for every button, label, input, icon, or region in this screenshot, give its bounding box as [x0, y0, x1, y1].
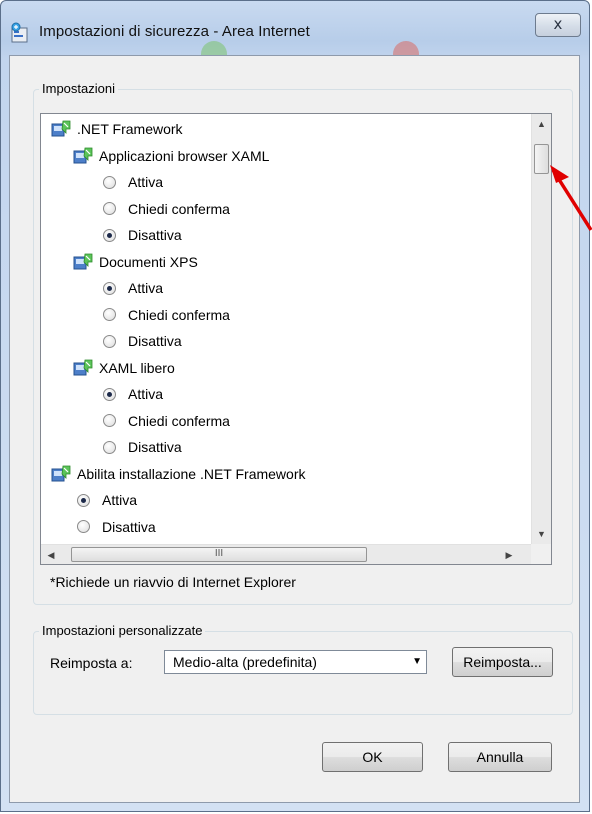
- security-settings-icon: [10, 22, 30, 44]
- title-bar[interactable]: Impostazioni di sicurezza - Area Interne…: [1, 1, 589, 45]
- reset-level-value: Medio-alta (predefinita): [173, 654, 317, 670]
- vertical-scrollbar[interactable]: ▲ ▼: [531, 114, 551, 544]
- close-button[interactable]: ⅹ: [535, 13, 581, 37]
- tree-node-label: XAML libero: [99, 359, 175, 376]
- radio-label: Disattiva: [128, 333, 182, 349]
- tree-node: .NET Framework: [51, 117, 183, 141]
- radio-option[interactable]: Disattiva: [77, 515, 156, 539]
- tree-node: Abilita installazione .NET Framework: [51, 462, 306, 486]
- tree-node: Documenti XPS: [73, 250, 198, 274]
- restart-note: *Richiede un riavvio di Internet Explore…: [50, 574, 296, 590]
- radio-unchecked-icon[interactable]: [103, 202, 116, 215]
- radio-label: Attiva: [128, 386, 164, 402]
- ok-button[interactable]: OK: [322, 742, 423, 772]
- dotnet-component-icon: [73, 147, 93, 165]
- close-icon: ⅹ: [553, 16, 563, 33]
- settings-tree[interactable]: .NET Framework Applicazioni browser XAML A…: [41, 114, 531, 544]
- window-title: Impostazioni di sicurezza - Area Interne…: [39, 23, 310, 40]
- radio-option[interactable]: Disattiva: [103, 435, 182, 459]
- tree-node-label: Applicazioni browser XAML: [99, 147, 270, 164]
- tree-node-label: Documenti XPS: [99, 253, 198, 270]
- radio-label: Disattiva: [102, 518, 156, 535]
- reset-to-label: Reimposta a:: [50, 655, 133, 671]
- radio-option[interactable]: Attiva: [103, 276, 163, 300]
- radio-unchecked-icon[interactable]: [77, 520, 90, 533]
- radio-label: Disattiva: [128, 227, 182, 243]
- tree-node-label: Abilita installazione .NET Framework: [77, 465, 306, 482]
- vertical-scroll-thumb[interactable]: [534, 144, 549, 174]
- radio-unchecked-icon[interactable]: [103, 175, 116, 189]
- radio-label: Disattiva: [128, 439, 182, 455]
- reset-button[interactable]: Reimposta...: [452, 647, 553, 677]
- radio-label: Chiedi conferma: [128, 412, 230, 429]
- scrollbar-corner: [531, 544, 551, 564]
- cancel-button[interactable]: Annulla: [448, 742, 552, 772]
- tree-node: Applicazioni browser XAML: [73, 144, 269, 168]
- dotnet-component-icon: [73, 253, 93, 271]
- tree-node-label: .NET Framework: [77, 121, 183, 137]
- custom-settings-label: Impostazioni personalizzate: [39, 623, 206, 638]
- tree-node: XAML libero: [73, 356, 175, 380]
- dotnet-component-icon: [51, 120, 71, 138]
- radio-option[interactable]: Attiva: [103, 382, 163, 406]
- radio-label: Chiedi conferma: [128, 306, 230, 323]
- radio-unchecked-icon[interactable]: [103, 334, 116, 348]
- radio-unchecked-icon[interactable]: [103, 440, 116, 454]
- radio-unchecked-icon[interactable]: [103, 414, 116, 427]
- radio-option[interactable]: Chiedi conferma: [103, 303, 230, 327]
- radio-label: Attiva: [128, 280, 164, 296]
- radio-option[interactable]: Attiva: [103, 170, 163, 194]
- dotnet-component-icon: [51, 465, 71, 483]
- settings-listbox[interactable]: .NET Framework Applicazioni browser XAML A…: [40, 113, 552, 565]
- radio-label: Attiva: [102, 492, 138, 508]
- reset-level-select[interactable]: Medio-alta (predefinita) ▼: [164, 650, 427, 674]
- radio-checked-icon[interactable]: [103, 387, 116, 401]
- radio-checked-icon[interactable]: [77, 493, 90, 507]
- scroll-down-icon[interactable]: ▼: [532, 524, 551, 544]
- radio-option[interactable]: Chiedi conferma: [103, 409, 230, 433]
- radio-label: Attiva: [128, 174, 164, 190]
- radio-checked-icon[interactable]: [103, 281, 116, 295]
- horizontal-scrollbar[interactable]: ◀ III ▶: [41, 544, 531, 564]
- radio-checked-icon[interactable]: [103, 228, 116, 242]
- scroll-right-icon[interactable]: ▶: [501, 545, 517, 564]
- settings-group-label: Impostazioni: [39, 81, 118, 96]
- dotnet-component-icon: [73, 359, 93, 377]
- radio-unchecked-icon[interactable]: [103, 308, 116, 321]
- radio-label: Chiedi conferma: [128, 200, 230, 217]
- radio-option[interactable]: Disattiva: [103, 223, 182, 247]
- radio-option[interactable]: Attiva: [77, 488, 137, 512]
- horizontal-scroll-thumb[interactable]: III: [71, 547, 367, 562]
- radio-option[interactable]: Chiedi conferma: [103, 197, 230, 221]
- scroll-grip-icon: III: [214, 548, 224, 559]
- scroll-up-icon[interactable]: ▲: [532, 114, 551, 134]
- radio-option[interactable]: Disattiva: [103, 329, 182, 353]
- chevron-down-icon: ▼: [412, 656, 422, 667]
- scroll-left-icon[interactable]: ◀: [43, 545, 59, 564]
